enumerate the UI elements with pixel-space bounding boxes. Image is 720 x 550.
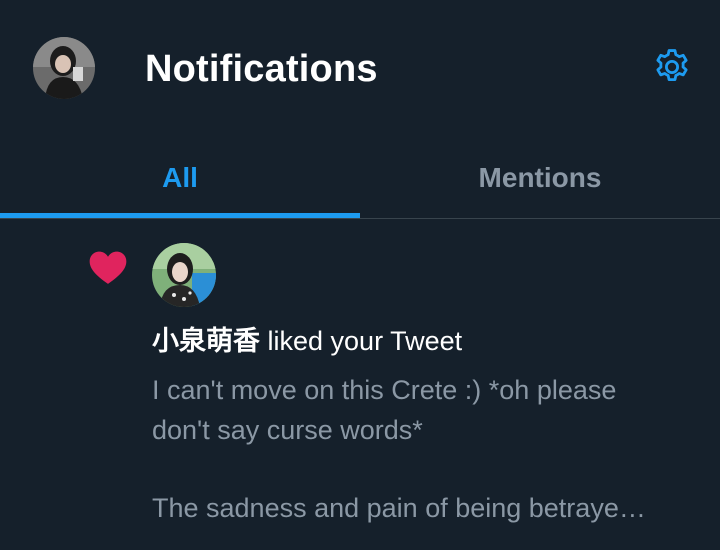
- header: Notifications: [0, 0, 720, 138]
- settings-button[interactable]: [649, 44, 695, 90]
- tweet-preview: I can't move on this Crete :) *oh please…: [152, 370, 692, 528]
- tab-all-label: All: [162, 162, 198, 193]
- tweet-text-line: [152, 450, 692, 488]
- notification-action: liked your Tweet: [260, 326, 463, 356]
- tab-bar: All Mentions: [0, 138, 720, 219]
- liker-avatar[interactable]: [152, 243, 216, 307]
- tweet-text-line: don't say curse words*: [152, 415, 423, 445]
- page-title: Notifications: [145, 48, 378, 90]
- active-tab-indicator: [0, 213, 360, 218]
- liker-name[interactable]: 小泉萌香: [152, 326, 260, 356]
- tab-all[interactable]: All: [0, 138, 360, 218]
- notifications-screen: Notifications All Mentions 小泉萌香 liked yo…: [0, 0, 720, 550]
- heart-icon: [89, 251, 127, 284]
- notification-summary: 小泉萌香 liked your Tweet: [152, 322, 462, 360]
- gear-icon: [656, 49, 688, 81]
- profile-avatar[interactable]: [33, 37, 95, 99]
- tweet-text-line: The sadness and pain of being betraye…: [152, 493, 646, 523]
- user-avatar-icon: [152, 243, 216, 307]
- user-avatar-icon: [33, 37, 95, 99]
- tweet-text-line: I can't move on this Crete :) *oh please: [152, 375, 617, 405]
- tab-mentions[interactable]: Mentions: [360, 138, 720, 218]
- tab-mentions-label: Mentions: [478, 162, 602, 193]
